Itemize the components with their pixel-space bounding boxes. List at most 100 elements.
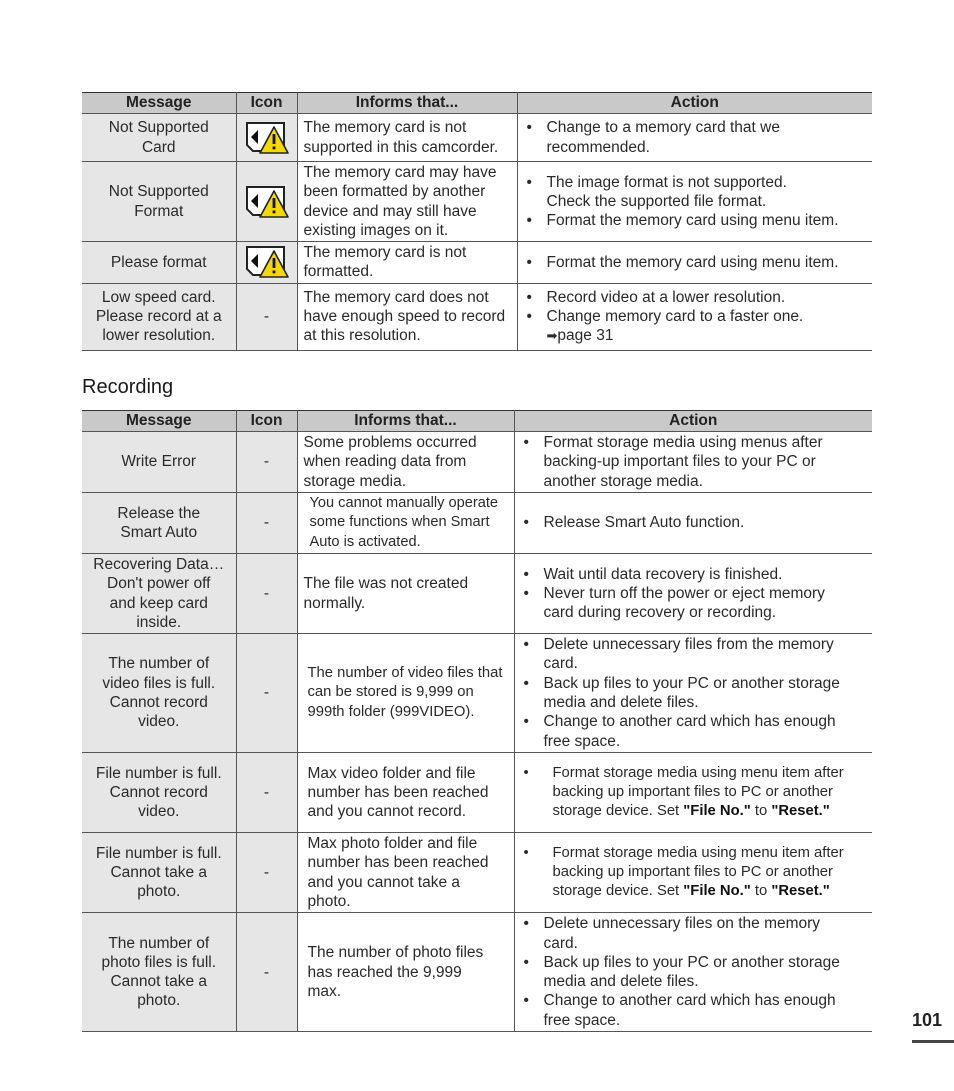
- col-header-message: Message: [82, 410, 237, 432]
- informs-cell: The number of photo files has reached th…: [296, 912, 515, 1033]
- action-item: Format storage media using menus after b…: [521, 433, 867, 491]
- action-item: Wait until data recovery is finished.: [521, 565, 867, 585]
- message-line: video.: [138, 713, 180, 731]
- message-line: Please record at a: [95, 308, 222, 326]
- icon-cell: [235, 113, 298, 162]
- message-line: photo.: [137, 992, 181, 1010]
- message-line: Cannot record: [109, 694, 208, 712]
- col-header-action: Action: [516, 92, 872, 114]
- icon-cell: -: [235, 831, 298, 914]
- table-row: Recovering Data… Don't power off and kee…: [82, 552, 872, 635]
- informs-cell: Some problems occurred when reading data…: [296, 431, 515, 493]
- action-item: Format the memory card using menu item.: [524, 211, 867, 231]
- message-cell: File number is full. Cannot take a photo…: [82, 831, 237, 914]
- action-item: Change memory card to a faster one. ➡pag…: [524, 307, 867, 346]
- message-line: photo.: [137, 883, 181, 901]
- informs-cell: Max video folder and file number has bee…: [296, 751, 515, 833]
- message-line: lower resolution.: [102, 327, 216, 345]
- icon-cell: -: [235, 492, 298, 554]
- action-item: Back up files to your PC or another stor…: [521, 953, 867, 992]
- message-cell: Recovering Data… Don't power off and kee…: [82, 552, 237, 635]
- table-row: Low speed card. Please record at a lower…: [82, 282, 872, 351]
- message-line: File number is full.: [95, 764, 222, 782]
- message-line: Write Error: [121, 453, 197, 471]
- error-messages-table-recording: Message Icon Informs that... Action Writ…: [82, 410, 872, 1033]
- action-item: Change to another card which has enough …: [521, 991, 867, 1030]
- action-cell: Format the memory card using menu item.: [516, 241, 872, 284]
- action-item: Never turn off the power or eject memory…: [521, 584, 867, 623]
- action-cell: Format storage media using menus after b…: [513, 431, 872, 493]
- message-cell: Not Supported Format: [82, 160, 237, 243]
- action-cell: The image format is not supported. Check…: [516, 160, 872, 243]
- action-item: Delete unnecessary files from the memory…: [521, 635, 867, 674]
- icon-cell: -: [235, 633, 298, 753]
- message-line: video.: [138, 803, 180, 821]
- page-ref-arrow-icon: ➡: [546, 328, 558, 344]
- action-item: Release Smart Auto function.: [521, 513, 867, 533]
- informs-cell: The memory card is not supported in this…: [296, 113, 518, 162]
- table-header-row: Message Icon Informs that... Action: [82, 410, 872, 432]
- action-cell: Wait until data recovery is finished. Ne…: [513, 552, 872, 635]
- icon-cell: [235, 241, 298, 284]
- message-cell: Write Error: [82, 431, 237, 493]
- informs-cell: The file was not created normally.: [296, 552, 515, 635]
- message-line: Card: [141, 138, 176, 156]
- message-line: File number is full.: [95, 844, 222, 862]
- action-cell: Record video at a lower resolution. Chan…: [516, 282, 872, 351]
- table-row: Release the Smart Auto - You cannot manu…: [82, 492, 872, 554]
- message-cell: Not Supported Card: [82, 113, 237, 162]
- section-title-recording: Recording: [82, 376, 174, 398]
- message-line: Cannot record: [109, 783, 208, 801]
- action-item: Format storage media using menu item aft…: [521, 764, 867, 822]
- message-line: Don't power off: [107, 575, 211, 593]
- action-text: to: [750, 803, 772, 820]
- message-line: Release the: [117, 504, 201, 522]
- action-item: Back up files to your PC or another stor…: [521, 674, 867, 713]
- action-item: Change to another card which has enough …: [521, 712, 867, 751]
- action-item: Record video at a lower resolution.: [524, 288, 867, 308]
- action-cell: Format storage media using menu item aft…: [513, 751, 872, 833]
- message-line: photo files is full.: [101, 953, 217, 971]
- col-header-action: Action: [513, 410, 872, 432]
- setting-name-file-no: "File No.": [683, 803, 751, 820]
- message-line: Recovering Data…: [93, 556, 225, 573]
- card-warning-icon: [244, 185, 290, 219]
- message-line: Cannot take a: [110, 863, 207, 881]
- action-cell: Release Smart Auto function.: [513, 492, 872, 554]
- icon-cell: -: [235, 282, 298, 351]
- message-line: Not Supported: [108, 119, 209, 137]
- page-reference-link[interactable]: page 31: [557, 327, 613, 344]
- table-row: File number is full. Cannot take a photo…: [82, 831, 872, 914]
- message-cell: File number is full. Cannot record video…: [82, 751, 237, 833]
- message-line: Cannot take a: [110, 973, 207, 991]
- message-line: inside.: [136, 613, 182, 631]
- action-item: Format storage media using menu item aft…: [521, 844, 867, 902]
- table-row: Write Error - Some problems occurred whe…: [82, 431, 872, 493]
- icon-cell: -: [235, 751, 298, 833]
- table-header-row: Message Icon Informs that... Action: [82, 92, 872, 114]
- error-messages-table-storage: Message Icon Informs that... Action Not …: [82, 92, 872, 351]
- col-header-message: Message: [82, 92, 237, 114]
- informs-cell: The memory card may have been formatted …: [296, 160, 518, 243]
- table-row: Not Supported Card The memory card is no…: [82, 113, 872, 162]
- table-row: The number of photo files is full. Canno…: [82, 912, 872, 1033]
- card-warning-icon: [244, 121, 290, 155]
- message-line: and keep card: [109, 594, 208, 612]
- col-header-icon: Icon: [235, 410, 298, 432]
- action-cell: Change to a memory card that we recommen…: [516, 113, 872, 162]
- card-warning-icon: [244, 245, 290, 279]
- message-cell: Please format: [82, 241, 237, 284]
- icon-cell: -: [235, 431, 298, 493]
- icon-cell: [235, 160, 298, 243]
- col-header-informs: Informs that...: [296, 92, 518, 114]
- informs-cell: Max photo folder and file number has bee…: [296, 831, 515, 914]
- action-item: The image format is not supported. Check…: [524, 173, 867, 212]
- message-line: Smart Auto: [120, 524, 198, 541]
- message-line: Please format: [110, 253, 207, 271]
- message-line: Format: [134, 202, 184, 220]
- action-cell: Delete unnecessary files on the memory c…: [513, 912, 872, 1033]
- message-cell: The number of photo files is full. Canno…: [82, 912, 237, 1033]
- message-cell: Release the Smart Auto: [82, 492, 237, 554]
- col-header-informs: Informs that...: [296, 410, 515, 432]
- icon-cell: -: [235, 552, 298, 635]
